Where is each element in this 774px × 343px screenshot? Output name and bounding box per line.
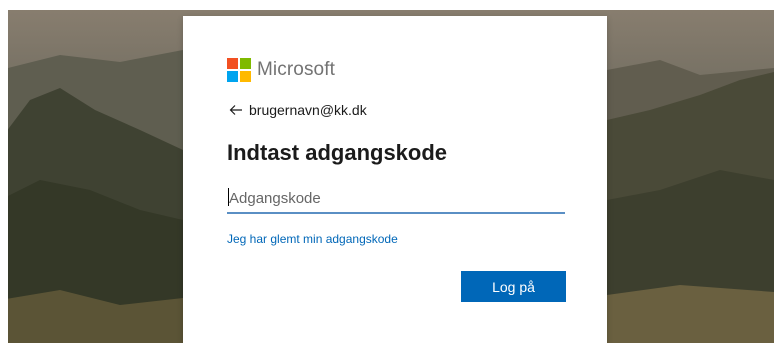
microsoft-logo-icon (227, 58, 251, 82)
page-title: Indtast adgangskode (227, 140, 448, 165)
password-input[interactable] (227, 184, 565, 214)
sign-in-page: Microsoft brugernavn@kk.dk Indtast adgan… (0, 0, 774, 343)
text-caret (228, 188, 229, 206)
sign-in-button[interactable]: Log på (461, 271, 566, 302)
top-edge (0, 0, 774, 10)
brand-name: Microsoft (257, 59, 335, 80)
identity-banner[interactable]: brugernavn@kk.dk (229, 102, 367, 118)
forgot-password-link[interactable]: Jeg har glemt min adgangskode (227, 232, 398, 246)
left-edge (0, 0, 8, 343)
microsoft-logo: Microsoft (227, 58, 335, 82)
sign-in-card: Microsoft brugernavn@kk.dk Indtast adgan… (183, 16, 607, 343)
arrow-left-icon[interactable] (229, 103, 243, 117)
account-email: brugernavn@kk.dk (249, 102, 367, 118)
